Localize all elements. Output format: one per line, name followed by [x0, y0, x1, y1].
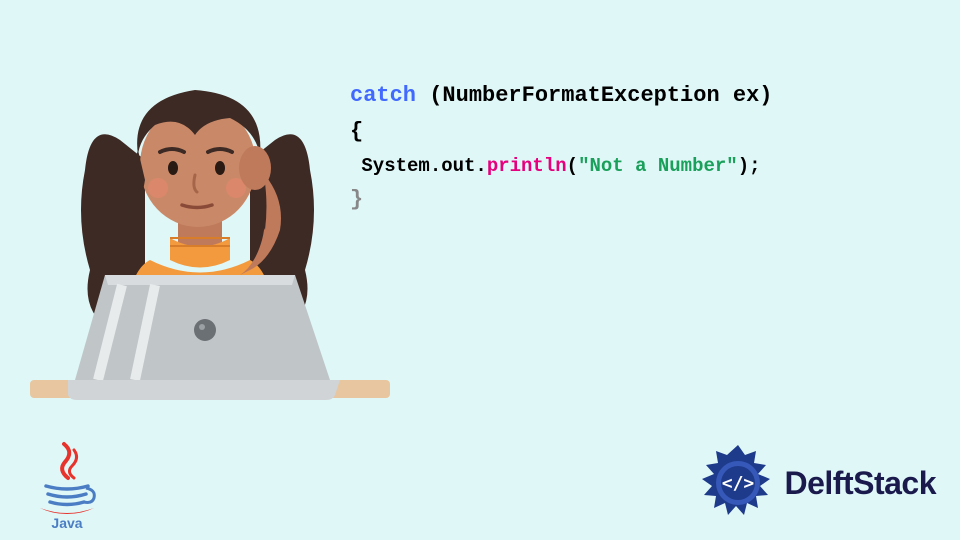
paren-close: ); — [738, 155, 761, 177]
code-line-3: System.out.println("Not a Number"); — [350, 151, 772, 182]
open-brace: { — [350, 114, 772, 150]
delftstack-logo: </> DelftStack — [697, 442, 937, 524]
method-println: println — [487, 155, 567, 177]
system-out: System.out. — [350, 155, 487, 177]
code-snippet: catch (NumberFormatException ex) { Syste… — [350, 78, 772, 218]
close-brace: } — [350, 182, 772, 218]
svg-text:</>: </> — [721, 473, 754, 494]
string-literal: "Not a Number" — [578, 155, 738, 177]
keyword-catch: catch — [350, 83, 416, 108]
woman-laptop-illustration — [30, 60, 390, 430]
paren-open: ( — [567, 155, 578, 177]
java-label-text: Java — [51, 515, 82, 530]
code-line-1: catch (NumberFormatException ex) — [350, 78, 772, 114]
java-logo: Java — [32, 440, 102, 530]
delftstack-label: DelftStack — [785, 465, 937, 502]
catch-params: (NumberFormatException ex) — [416, 83, 772, 108]
delftstack-emblem-icon: </> — [697, 442, 779, 524]
